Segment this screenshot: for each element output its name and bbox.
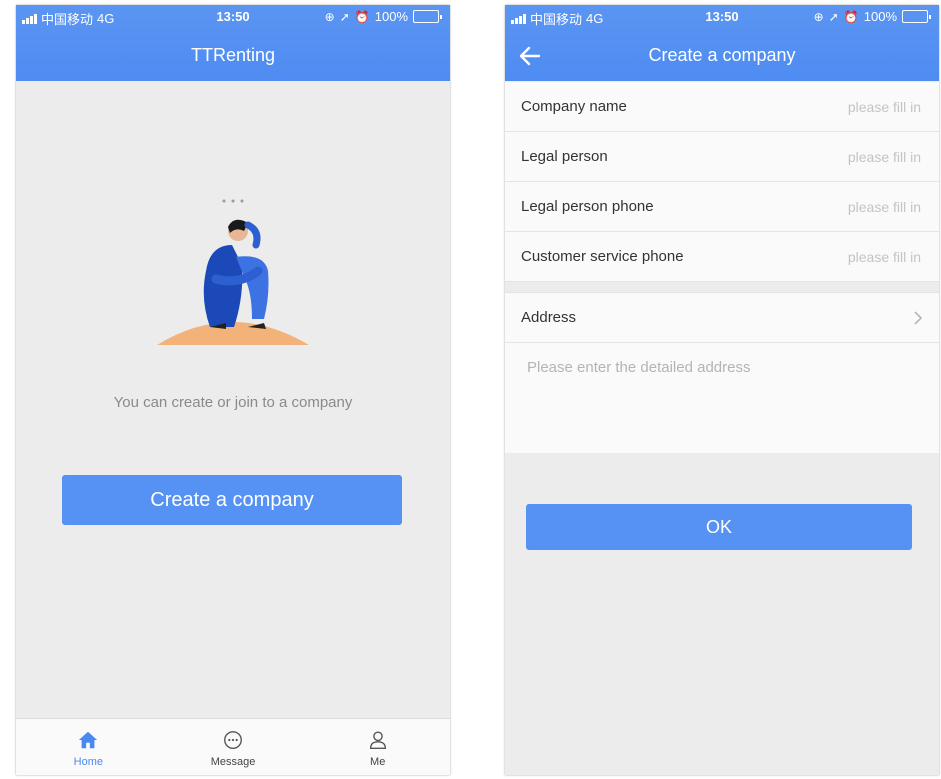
battery-percent: 100% bbox=[374, 9, 408, 24]
status-bar: 中国移动 4G 13:50 ⊕ ➚ ⏰ 100% bbox=[505, 5, 939, 29]
address-row[interactable]: Address bbox=[505, 293, 939, 343]
section-divider bbox=[505, 282, 939, 293]
location-icon: ➚ bbox=[828, 9, 839, 24]
dot-icon bbox=[231, 199, 235, 203]
page-title: Create a company bbox=[648, 45, 796, 65]
tab-me[interactable]: Me bbox=[305, 719, 450, 775]
customer-service-phone-label: Customer service phone bbox=[521, 248, 684, 265]
legal-person-row: Legal person bbox=[505, 132, 939, 182]
alarm-icon: ⏰ bbox=[354, 9, 370, 24]
detailed-address-input[interactable] bbox=[525, 357, 923, 421]
tab-message[interactable]: Message bbox=[161, 719, 306, 775]
dot-icon bbox=[240, 199, 244, 203]
tab-home[interactable]: Home bbox=[16, 719, 161, 775]
status-bar: 中国移动 4G 13:50 ⊕ ➚ ⏰ 100% bbox=[16, 5, 450, 29]
legal-person-label: Legal person bbox=[521, 148, 608, 165]
customer-service-phone-row: Customer service phone bbox=[505, 232, 939, 282]
message-icon bbox=[224, 731, 242, 749]
address-label: Address bbox=[521, 309, 577, 326]
lock-rotation-icon: ⊕ bbox=[324, 9, 335, 24]
dot-icon bbox=[222, 199, 226, 203]
company-name-input[interactable] bbox=[779, 97, 923, 116]
home-screen: 中国移动 4G 13:50 ⊕ ➚ ⏰ 100% TTRenting You c… bbox=[16, 5, 450, 775]
ok-button[interactable]: OK bbox=[526, 504, 912, 550]
legal-person-phone-input[interactable] bbox=[779, 197, 923, 216]
create-company-button[interactable]: Create a company bbox=[62, 475, 402, 525]
legal-person-input[interactable] bbox=[779, 147, 923, 166]
customer-service-phone-input[interactable] bbox=[779, 247, 923, 266]
battery-icon bbox=[902, 10, 931, 23]
tab-bar: Home Message Me bbox=[16, 718, 450, 775]
person-icon bbox=[369, 731, 386, 749]
person-raised-arm bbox=[244, 221, 261, 249]
legal-person-phone-row: Legal person phone bbox=[505, 182, 939, 232]
empty-state-illustration bbox=[157, 199, 309, 345]
battery-icon bbox=[413, 10, 442, 23]
company-form: Company name Legal person Legal person p… bbox=[505, 82, 939, 453]
tab-home-label: Home bbox=[73, 756, 103, 768]
alarm-icon: ⏰ bbox=[843, 9, 859, 24]
chevron-right-icon bbox=[914, 310, 923, 325]
page-title: TTRenting bbox=[190, 45, 276, 65]
navigation-bar: 中国移动 4G 13:50 ⊕ ➚ ⏰ 100% TTRenting bbox=[16, 5, 450, 81]
home-icon bbox=[79, 731, 98, 749]
empty-state-text: You can create or join to a company bbox=[113, 394, 353, 411]
location-icon: ➚ bbox=[339, 9, 350, 24]
detailed-address-area bbox=[505, 343, 939, 453]
company-name-label: Company name bbox=[521, 98, 627, 115]
create-company-screen: 中国移动 4G 13:50 ⊕ ➚ ⏰ 100% Create a compan… bbox=[505, 5, 939, 775]
lock-rotation-icon: ⊕ bbox=[813, 9, 824, 24]
tab-message-label: Message bbox=[210, 756, 256, 768]
legal-person-phone-label: Legal person phone bbox=[521, 198, 654, 215]
battery-percent: 100% bbox=[863, 9, 897, 24]
tab-me-label: Me bbox=[370, 756, 386, 768]
navigation-bar: 中国移动 4G 13:50 ⊕ ➚ ⏰ 100% Create a compan… bbox=[505, 5, 939, 81]
company-name-row: Company name bbox=[505, 82, 939, 132]
